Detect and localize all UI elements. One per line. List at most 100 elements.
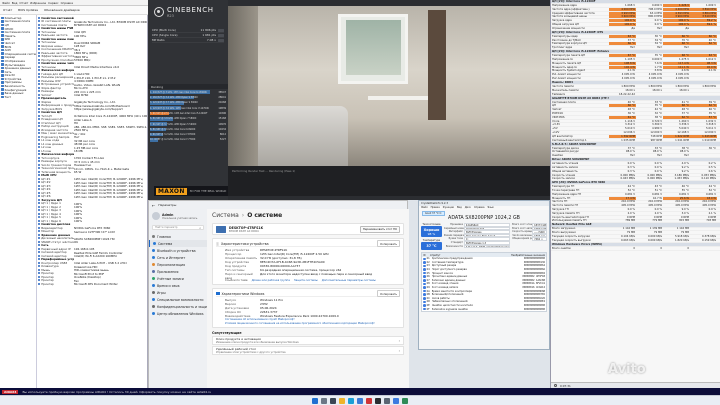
sensor-name: Скорость записи [552,177,575,181]
sidebar-item[interactable]: Главная [149,233,207,240]
start-button[interactable] [218,33,224,37]
sensor-value: 0.9 % [708,208,716,212]
sensor-name: Мощность ГП [552,196,571,200]
cdi-menu-item[interactable]: Язык [488,206,494,210]
tree-item[interactable]: Тест [1,95,35,99]
start-button[interactable] [218,38,224,42]
sensor-name: Температура диска [552,146,579,150]
sidebar-item[interactable]: Bluetooth и устройства [149,247,207,254]
related-link[interactable]: Защита системы [294,278,318,282]
sidebar-item[interactable]: Приложения [149,268,207,275]
sensor-value: 0.378 KB/s [702,235,716,239]
sensor-value: 779 MB [652,219,662,223]
cdi-menu-item[interactable]: Правка [431,206,440,210]
sensor-value: 57 °C [690,115,717,119]
related-link[interactable]: Дополнительные параметры системы [322,278,376,282]
sensor-value: 3.318 V [705,123,716,127]
sensor-value: 0.3 % [627,165,635,169]
search-box[interactable]: Найти параметр ⌕ [152,225,204,230]
status-dot-icon [423,304,426,307]
sidebar-item[interactable]: Специальные возможности [149,296,207,303]
sensor-value: 1 142 MB [676,227,689,231]
store-icon[interactable] [357,397,363,404]
sensor-name: ЦП [#0]: Intel Core i5-12400F: Enhanced [552,50,609,54]
related-item[interactable]: Удалённый рабочий стол Управление этим ус… [212,346,404,356]
sensor-value: 98.0 % [679,150,689,154]
sidebar-item[interactable]: Учётные записи [149,275,207,282]
sensor-value: 35 °C [654,54,662,58]
ranking-score: 11896 [218,111,226,115]
cdi-menu-item[interactable]: Файл [421,206,428,210]
start-icon[interactable] [312,397,318,404]
sensor-value: 33 °C [654,100,662,104]
aida-toolbar-button[interactable]: BIOS Updates [18,8,38,12]
user-card[interactable]: Admin Локальная учётная запись [149,209,207,223]
sensor-name: Оставшийся ресурс [552,150,579,154]
aida-toolbar-button[interactable]: Отчёт [3,8,12,12]
sensor-value: 79 MB [653,231,662,235]
smart-attribute: Доступный резерв [431,264,457,268]
sensor-value: 1.226 V [663,4,690,8]
aida-menu-item[interactable]: Вид [12,1,18,5]
sensor-name: Ошибки [552,154,563,158]
sensor-value: 748 RPM [650,134,662,138]
sensor-value: 1.820 KB/s [675,238,689,242]
back-arrow-icon[interactable]: ← [152,203,155,208]
sensor-value: 4 095.9 W [648,73,662,77]
sidebar-item[interactable]: Игры [149,289,207,296]
sensor-value: 0.053 MB/s [701,173,717,177]
sensor-value: 815 MB [679,219,689,223]
property-key: Возможности [445,244,463,248]
hwinfo-icon[interactable] [402,397,408,404]
cdi-menu-item[interactable]: Функции [443,206,454,210]
task-view-icon[interactable] [330,397,336,404]
cdi-menu-item[interactable]: Справка [474,206,485,210]
sidebar-item[interactable]: Сеть и Интернет [149,254,207,261]
windows-license-link[interactable]: Условия лицензионного соглашения на испо… [225,322,400,326]
sensor-value: 51 °C [654,189,662,193]
copy-button[interactable]: Копировать [377,240,400,247]
settings-icon[interactable] [384,397,390,404]
copy-windows-button[interactable]: Копировать [377,290,400,297]
aida-menu-item[interactable]: Сервис [48,1,58,5]
sidebar-item[interactable]: Время и язык [149,282,207,289]
related-item[interactable]: Ключ продукта и активация Изменение ключа… [212,336,404,346]
start-button[interactable] [218,28,224,32]
sensor-value: 18.00 x [625,88,635,92]
cinebench-icon[interactable] [375,397,381,404]
sensor-value: 98.0 % [625,150,635,154]
aida-menu-item[interactable]: Отчёт [19,1,28,5]
sidebar-item[interactable]: Персонализация [149,261,207,268]
aida-menu-item[interactable]: Справка [61,1,73,5]
sidebar-item[interactable]: Система [149,240,207,247]
sidebar-item[interactable]: Центр обновления Windows [149,310,207,317]
sensor-value: 32 °C [654,111,662,115]
field-cell: Принтер [38,282,74,286]
sensor-value: 1.105 V [624,58,635,62]
aida-menu-item[interactable]: Файл [2,1,10,5]
breadcrumb-parent[interactable]: Система [212,212,239,219]
crystaldiskinfo-icon[interactable] [393,397,399,404]
sensor-value: 1 800 MHz [648,85,662,88]
sensor-value: 62 °C [690,42,717,46]
sensor-value: 1 041 RPM [675,138,689,142]
aida-toolbar-button[interactable]: Обновления драйверов [44,8,80,12]
cdi-menu-item[interactable]: Вид [457,206,462,210]
sensor-name: Windows Hardware Errors (WHEA) [552,242,603,246]
smart-attribute: Записано единиц данных [431,278,466,282]
edge-icon[interactable] [348,397,354,404]
sidebar-item[interactable]: Конфиденциальность и защита [149,303,211,310]
result-right: 1 681 pts [202,33,224,37]
sensor-name: Напряжение ядра [552,4,577,8]
nav-icon [152,249,155,252]
cdi-menu-item[interactable]: Диск [465,206,471,210]
related-link[interactable]: Домен или рабочая группа [252,278,290,282]
aida-menu-item[interactable]: Избранное [30,1,46,5]
disk-tab-c[interactable]: Good 37 °C C: [422,210,445,216]
tree-node-icon [1,59,4,63]
aida64-icon[interactable] [366,397,372,404]
sensor-name: ЦП вентилятор [552,134,573,138]
explorer-icon[interactable] [339,397,345,404]
search-icon[interactable] [321,397,327,404]
rename-pc-button[interactable]: Переименовать этот ПК [359,225,400,233]
